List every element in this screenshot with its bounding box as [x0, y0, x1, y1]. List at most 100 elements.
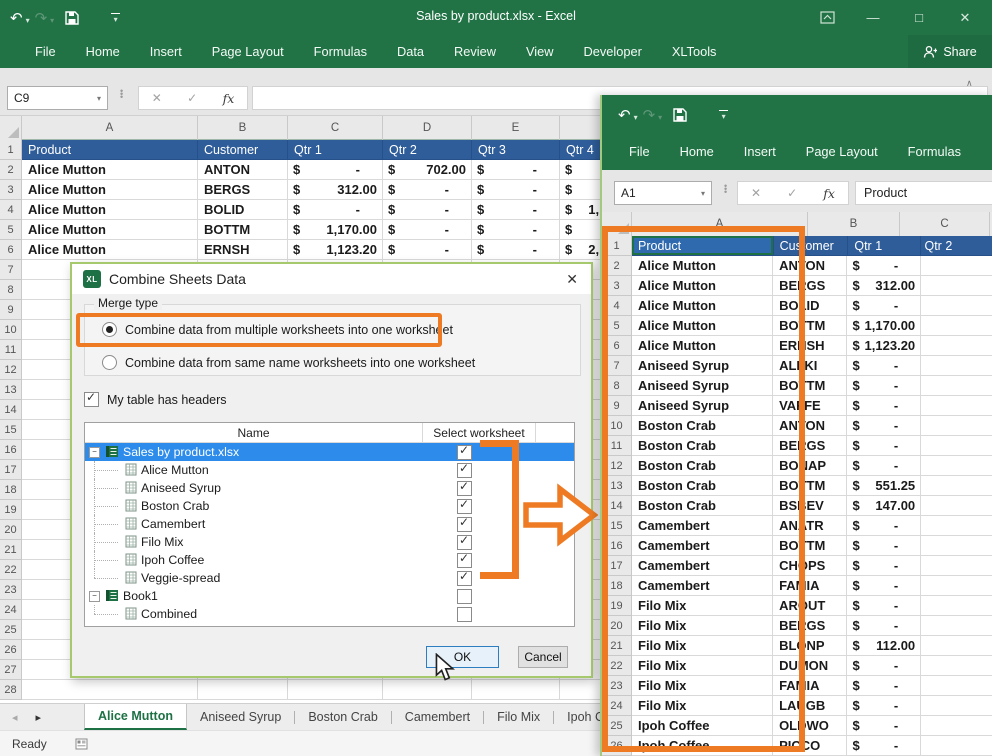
empty-cell[interactable]: [921, 596, 992, 616]
empty-cell[interactable]: [921, 436, 992, 456]
row-header-4[interactable]: 4: [0, 200, 22, 220]
currency-cell[interactable]: $112.00: [847, 636, 921, 656]
currency-cell[interactable]: $1,123.20: [847, 336, 921, 356]
row-header-26[interactable]: 26: [0, 640, 22, 660]
currency-cell[interactable]: $-: [383, 180, 472, 200]
undo-icon[interactable]: ↶: [618, 108, 631, 123]
empty-cell[interactable]: [921, 296, 992, 316]
currency-cell[interactable]: $-: [847, 596, 921, 616]
sheet-tab-alice-mutton[interactable]: Alice Mutton: [84, 704, 187, 730]
product-cell[interactable]: Alice Mutton: [22, 200, 198, 220]
currency-cell[interactable]: $-: [847, 696, 921, 716]
row-header-2[interactable]: 2: [0, 160, 22, 180]
cancel-entry-icon[interactable]: ✕: [152, 91, 162, 105]
radio-combine-same-name[interactable]: Combine data from same name worksheets i…: [102, 355, 562, 370]
currency-cell[interactable]: $-: [847, 656, 921, 676]
tree-row-book1[interactable]: −Book1: [85, 587, 574, 605]
empty-cell[interactable]: [921, 376, 992, 396]
currency-cell[interactable]: $1,170.00: [847, 316, 921, 336]
ribbon-tab-view[interactable]: View: [511, 35, 569, 68]
tree-row-camembert[interactable]: Camembert: [85, 515, 574, 533]
product-cell[interactable]: Alice Mutton: [22, 240, 198, 260]
product-cell[interactable]: Alice Mutton: [22, 220, 198, 240]
currency-cell[interactable]: $-: [847, 516, 921, 536]
ribbon-tab-review[interactable]: Review: [439, 35, 511, 68]
row-header-15[interactable]: 15: [0, 420, 22, 440]
row-header-10[interactable]: 10: [0, 320, 22, 340]
checkbox-checked-icon[interactable]: [84, 392, 99, 407]
list-column-name[interactable]: Name: [85, 423, 423, 442]
currency-cell[interactable]: $1,123.20: [288, 240, 383, 260]
empty-cell[interactable]: [921, 256, 992, 276]
name-box[interactable]: C9 ▾: [7, 86, 108, 110]
customer-cell[interactable]: BOLID: [198, 200, 288, 220]
column-header-d[interactable]: D: [383, 116, 472, 140]
currency-cell[interactable]: $-: [472, 180, 560, 200]
header-cell-a1[interactable]: Product: [22, 140, 198, 160]
empty-cell[interactable]: [921, 676, 992, 696]
undo-dropdown-icon[interactable]: ▾: [26, 16, 30, 25]
tree-row-combined[interactable]: Combined: [85, 605, 574, 623]
row-header-11[interactable]: 11: [0, 340, 22, 360]
currency-cell[interactable]: $1,170.00: [288, 220, 383, 240]
header-cell-c1[interactable]: Qtr 1: [848, 236, 921, 256]
currency-cell[interactable]: $147.00: [847, 496, 921, 516]
row-header-3[interactable]: 3: [0, 180, 22, 200]
row-header-12[interactable]: 12: [0, 360, 22, 380]
ribbon-tab-insert[interactable]: Insert: [729, 135, 791, 168]
dialog-close-icon[interactable]: ✕: [566, 271, 578, 288]
insert-function-icon[interactable]: fx: [823, 186, 835, 201]
row-header-19[interactable]: 19: [0, 500, 22, 520]
empty-cell[interactable]: [921, 336, 992, 356]
currency-cell[interactable]: $-: [847, 536, 921, 556]
row-header-27[interactable]: 27: [0, 660, 22, 680]
column-header-c[interactable]: C: [288, 116, 383, 140]
select-worksheet-checkbox[interactable]: [457, 517, 472, 532]
customer-cell[interactable]: BOTTM: [198, 220, 288, 240]
header-cell-e1[interactable]: Qtr 3: [472, 140, 560, 160]
row-header-20[interactable]: 20: [0, 520, 22, 540]
confirm-entry-icon[interactable]: ✓: [787, 186, 797, 200]
empty-cell[interactable]: [921, 516, 992, 536]
maximize-button[interactable]: □: [896, 10, 942, 25]
ribbon-tab-xltools[interactable]: XLTools: [657, 35, 732, 68]
empty-cell[interactable]: [921, 316, 992, 336]
currency-cell[interactable]: $-: [383, 240, 472, 260]
currency-cell[interactable]: $-: [847, 436, 921, 456]
customer-cell[interactable]: BERGS: [198, 180, 288, 200]
currency-cell[interactable]: [288, 680, 383, 700]
select-worksheet-checkbox[interactable]: [457, 445, 472, 460]
empty-cell[interactable]: [921, 716, 992, 736]
currency-cell[interactable]: $-: [847, 616, 921, 636]
header-cell-d1[interactable]: Qtr 2: [921, 236, 992, 256]
row-header-28[interactable]: 28: [0, 680, 22, 700]
save-icon[interactable]: [673, 108, 687, 122]
row-header-23[interactable]: 23: [0, 580, 22, 600]
currency-cell[interactable]: $-: [847, 716, 921, 736]
redo-icon[interactable]: ↷: [643, 108, 656, 123]
currency-cell[interactable]: $-: [847, 736, 921, 756]
table-has-headers-checkbox[interactable]: My table has headers: [84, 392, 227, 407]
confirm-entry-icon[interactable]: ✓: [187, 91, 197, 105]
sheet-tab-camembert[interactable]: Camembert: [392, 704, 483, 730]
row-header-1[interactable]: 1: [0, 140, 22, 160]
empty-cell[interactable]: [921, 656, 992, 676]
currency-cell[interactable]: $-: [847, 576, 921, 596]
currency-cell[interactable]: $-: [288, 200, 383, 220]
row-header-16[interactable]: 16: [0, 440, 22, 460]
customize-qat-icon[interactable]: ▾: [719, 110, 728, 121]
ribbon-tab-file[interactable]: File: [614, 135, 665, 168]
column-header-b[interactable]: B: [808, 212, 900, 236]
ribbon-tab-data[interactable]: Data: [382, 35, 439, 68]
sheet-tab-aniseed-syrup[interactable]: Aniseed Syrup: [187, 704, 294, 730]
currency-cell[interactable]: $312.00: [288, 180, 383, 200]
cancel-entry-icon[interactable]: ✕: [751, 186, 761, 200]
currency-cell[interactable]: [472, 680, 560, 700]
ribbon-tab-developer[interactable]: Developer: [569, 35, 657, 68]
customize-qat-icon[interactable]: ▾: [111, 13, 120, 24]
customer-cell[interactable]: ERNSH: [198, 240, 288, 260]
row-header-17[interactable]: 17: [0, 460, 22, 480]
tree-row-ipoh-coffee[interactable]: Ipoh Coffee: [85, 551, 574, 569]
minimize-button[interactable]: —: [850, 10, 896, 25]
collapse-ribbon-icon[interactable]: ∧: [966, 78, 973, 89]
